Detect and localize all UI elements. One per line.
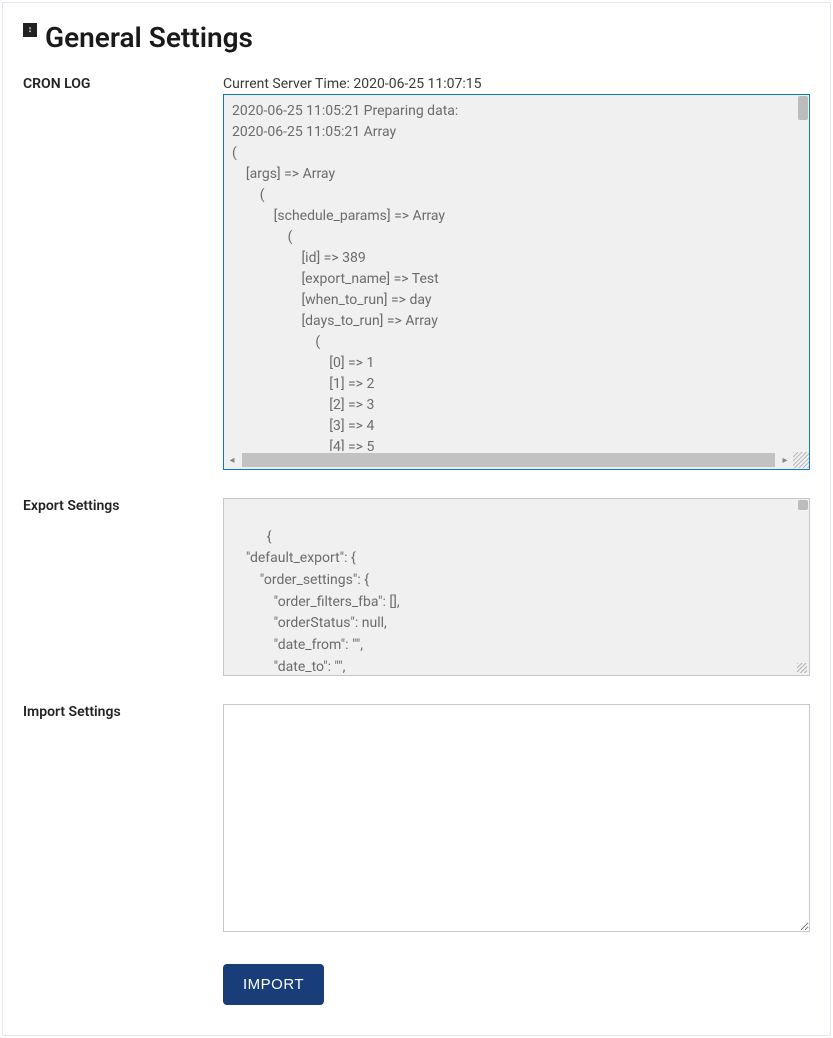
- page-title: General Settings: [45, 21, 253, 54]
- scrollbar-thumb-horizontal[interactable]: [242, 453, 775, 467]
- cron-field-body: Current Server Time: 2020-06-25 11:07:15…: [223, 76, 810, 470]
- cron-log-box: 2020-06-25 11:05:21 Preparing data: 2020…: [223, 94, 810, 470]
- export-settings-textarea[interactable]: { "default_export": { "order_settings": …: [223, 498, 810, 676]
- scrollbar-thumb-vertical[interactable]: [798, 96, 808, 120]
- import-button[interactable]: IMPORT: [223, 964, 324, 1005]
- scrollbar-horizontal[interactable]: ◂ ▸: [224, 451, 809, 469]
- chevron-left-icon[interactable]: ◂: [224, 452, 240, 468]
- panel-body: ↕ General Settings CRON LOG Current Serv…: [3, 3, 830, 1035]
- label-import-settings: Import Settings: [23, 704, 223, 720]
- label-cron-log: CRON LOG: [23, 76, 223, 92]
- title-row: ↕ General Settings: [23, 21, 810, 54]
- row-export-settings: Export Settings { "default_export": { "o…: [23, 498, 810, 676]
- row-import-settings: Import Settings: [23, 704, 810, 936]
- scrollbar-thumb-vertical[interactable]: [798, 500, 808, 510]
- export-field-body: { "default_export": { "order_settings": …: [223, 498, 810, 676]
- server-time-label: Current Server Time:: [223, 76, 353, 92]
- label-export-settings: Export Settings: [23, 498, 223, 514]
- actions-row: IMPORT: [23, 964, 810, 1005]
- server-time-text: Current Server Time: 2020-06-25 11:07:15: [223, 76, 810, 92]
- chevron-right-icon[interactable]: ▸: [777, 452, 793, 468]
- row-cron-log: CRON LOG Current Server Time: 2020-06-25…: [23, 76, 810, 470]
- cron-log-textarea[interactable]: 2020-06-25 11:05:21 Preparing data: 2020…: [224, 95, 809, 451]
- arrows-vertical-icon: ↕: [23, 23, 37, 37]
- resize-handle-icon[interactable]: [797, 663, 807, 673]
- settings-panel: ↕ General Settings CRON LOG Current Serv…: [2, 2, 831, 1036]
- scrollbar-vertical[interactable]: [792, 96, 808, 450]
- resize-handle-icon[interactable]: [793, 452, 809, 468]
- export-settings-content: { "default_export": { "order_settings": …: [232, 529, 470, 676]
- server-time-value: 2020-06-25 11:07:15: [353, 76, 481, 92]
- import-settings-textarea[interactable]: [223, 704, 810, 932]
- import-field-body: [223, 704, 810, 936]
